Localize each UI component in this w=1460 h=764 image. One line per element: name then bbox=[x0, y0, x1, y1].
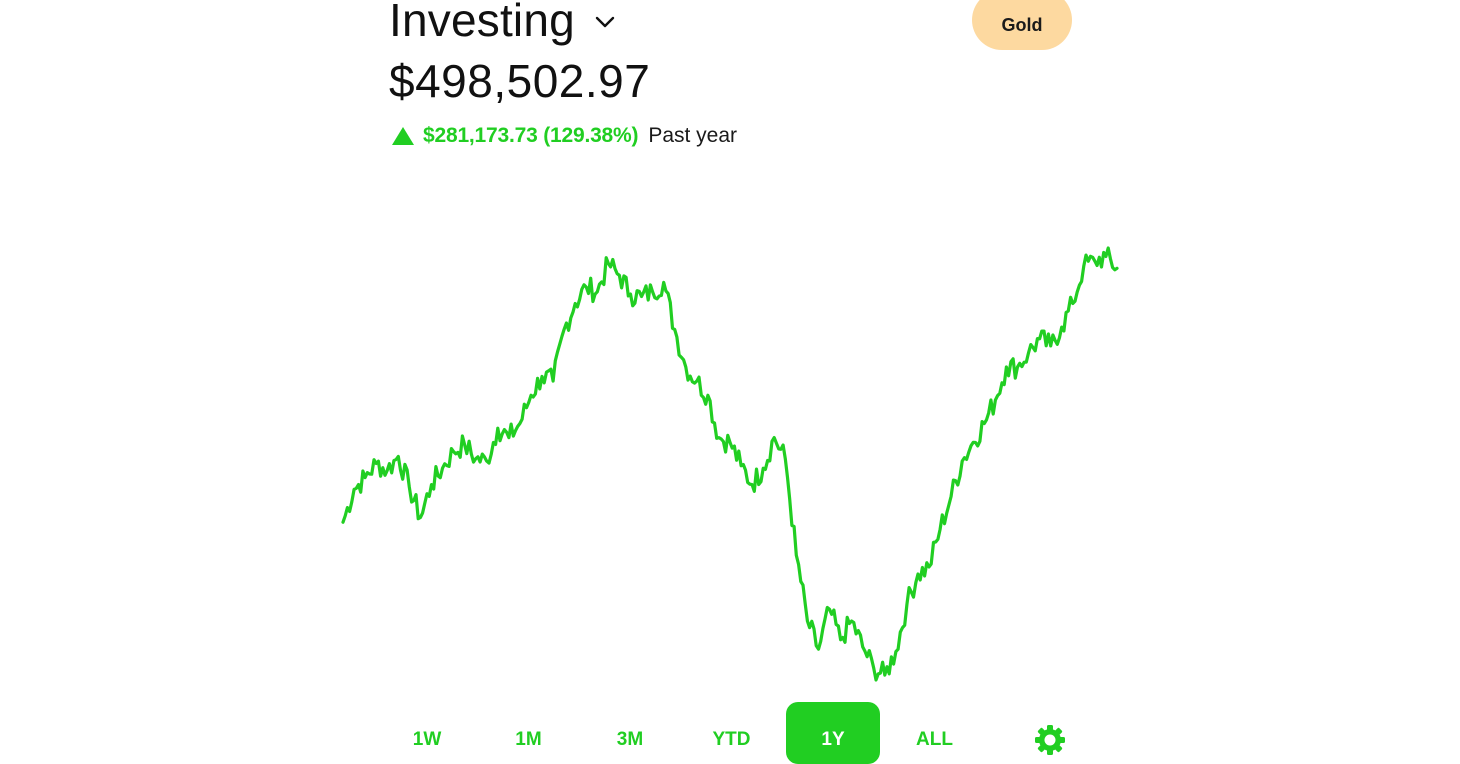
gear-icon[interactable] bbox=[1034, 724, 1066, 756]
range-tab-1w[interactable]: 1W bbox=[380, 702, 474, 764]
portfolio-line bbox=[341, 246, 1119, 682]
portfolio-chart[interactable] bbox=[0, 0, 1460, 700]
range-tab-3m[interactable]: 3M bbox=[583, 702, 677, 764]
range-tab-1y[interactable]: 1Y bbox=[786, 702, 880, 764]
range-tab-1m[interactable]: 1M bbox=[482, 702, 576, 764]
range-tab-all[interactable]: ALL bbox=[888, 702, 982, 764]
time-range-selector: 1W 1M 3M YTD 1Y ALL bbox=[0, 700, 1460, 764]
range-tab-ytd[interactable]: YTD bbox=[685, 702, 779, 764]
